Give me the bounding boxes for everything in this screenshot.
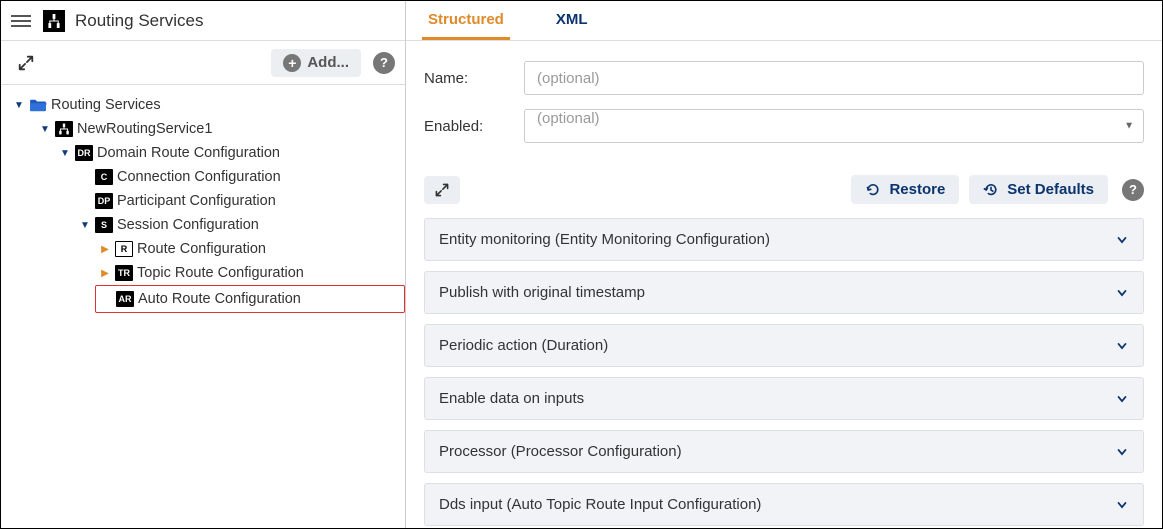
tree-route[interactable]: R Route Configuration (9, 237, 405, 261)
c-icon: C (95, 169, 113, 185)
tree-connection[interactable]: C Connection Configuration (9, 165, 405, 189)
tree-selected: AR Auto Route Configuration (95, 285, 405, 313)
tree-label: Auto Route Configuration (138, 291, 301, 307)
expand-panel-icon[interactable] (424, 176, 460, 204)
tree-label: Domain Route Configuration (97, 145, 280, 161)
panel-label: Publish with original timestamp (439, 284, 645, 301)
panel-label: Periodic action (Duration) (439, 337, 608, 354)
panels-area: Entity monitoring (Entity Monitoring Con… (406, 218, 1162, 528)
tree-label: Topic Route Configuration (137, 265, 304, 281)
chevron-down-icon (1115, 286, 1129, 300)
tree-label: NewRoutingService1 (77, 121, 212, 137)
routing-services-icon (43, 10, 65, 32)
panel-label: Processor (Processor Configuration) (439, 443, 682, 460)
tab-xml[interactable]: XML (550, 1, 594, 40)
tree-view: Routing Services NewRoutingService1 DR D… (1, 85, 405, 528)
tree-service[interactable]: NewRoutingService1 (9, 117, 405, 141)
panel-periodic-action[interactable]: Periodic action (Duration) (424, 324, 1144, 367)
ar-icon: AR (116, 291, 134, 307)
set-defaults-label: Set Defaults (1007, 181, 1094, 198)
menu-button[interactable] (9, 11, 33, 31)
panel-label: Dds input (Auto Topic Route Input Config… (439, 496, 761, 513)
r-icon: R (115, 241, 133, 257)
history-icon (983, 182, 999, 198)
name-input[interactable] (524, 61, 1144, 95)
chevron-down-icon (1115, 233, 1129, 247)
tree-participant[interactable]: DP Participant Configuration (9, 189, 405, 213)
undo-icon (865, 182, 881, 198)
chevron-down-icon (1115, 498, 1129, 512)
set-defaults-button[interactable]: Set Defaults (969, 175, 1108, 204)
tree-session[interactable]: S Session Configuration (9, 213, 405, 237)
tree-label: Session Configuration (117, 217, 259, 233)
panel-publish-timestamp[interactable]: Publish with original timestamp (424, 271, 1144, 314)
panel-label: Entity monitoring (Entity Monitoring Con… (439, 231, 770, 248)
enabled-select[interactable]: (optional) (524, 109, 1144, 143)
panel-processor[interactable]: Processor (Processor Configuration) (424, 430, 1144, 473)
enabled-label: Enabled: (424, 118, 524, 135)
chevron-down-icon (1115, 445, 1129, 459)
tree-label: Connection Configuration (117, 169, 281, 185)
help-icon[interactable]: ? (373, 52, 395, 74)
tree-domain-route[interactable]: DR Domain Route Configuration (9, 141, 405, 165)
folder-icon (29, 98, 47, 112)
tree-label: Participant Configuration (117, 193, 276, 209)
panel-title: Routing Services (75, 11, 204, 31)
add-label: Add... (307, 54, 349, 71)
plus-icon: + (283, 54, 301, 72)
name-label: Name: (424, 70, 524, 87)
tree-auto-route[interactable]: AR Auto Route Configuration (96, 287, 401, 311)
chevron-down-icon (1115, 392, 1129, 406)
panel-label: Enable data on inputs (439, 390, 584, 407)
tr-icon: TR (115, 265, 133, 281)
service-icon (55, 121, 73, 137)
panel-entity-monitoring[interactable]: Entity monitoring (Entity Monitoring Con… (424, 218, 1144, 261)
s-icon: S (95, 217, 113, 233)
tree-root[interactable]: Routing Services (9, 93, 405, 117)
tree-topic-route[interactable]: TR Topic Route Configuration (9, 261, 405, 285)
dp-icon: DP (95, 193, 113, 209)
tree-label: Route Configuration (137, 241, 266, 257)
tab-structured[interactable]: Structured (422, 1, 510, 40)
add-button[interactable]: + Add... (271, 49, 361, 77)
panel-enable-data[interactable]: Enable data on inputs (424, 377, 1144, 420)
restore-label: Restore (889, 181, 945, 198)
tab-bar: Structured XML (406, 1, 1162, 41)
help-icon[interactable]: ? (1122, 179, 1144, 201)
restore-button[interactable]: Restore (851, 175, 959, 204)
dr-icon: DR (75, 145, 93, 161)
panel-dds-input[interactable]: Dds input (Auto Topic Route Input Config… (424, 483, 1144, 526)
expand-icon[interactable] (11, 49, 41, 77)
chevron-down-icon (1115, 339, 1129, 353)
tree-label: Routing Services (51, 97, 161, 113)
